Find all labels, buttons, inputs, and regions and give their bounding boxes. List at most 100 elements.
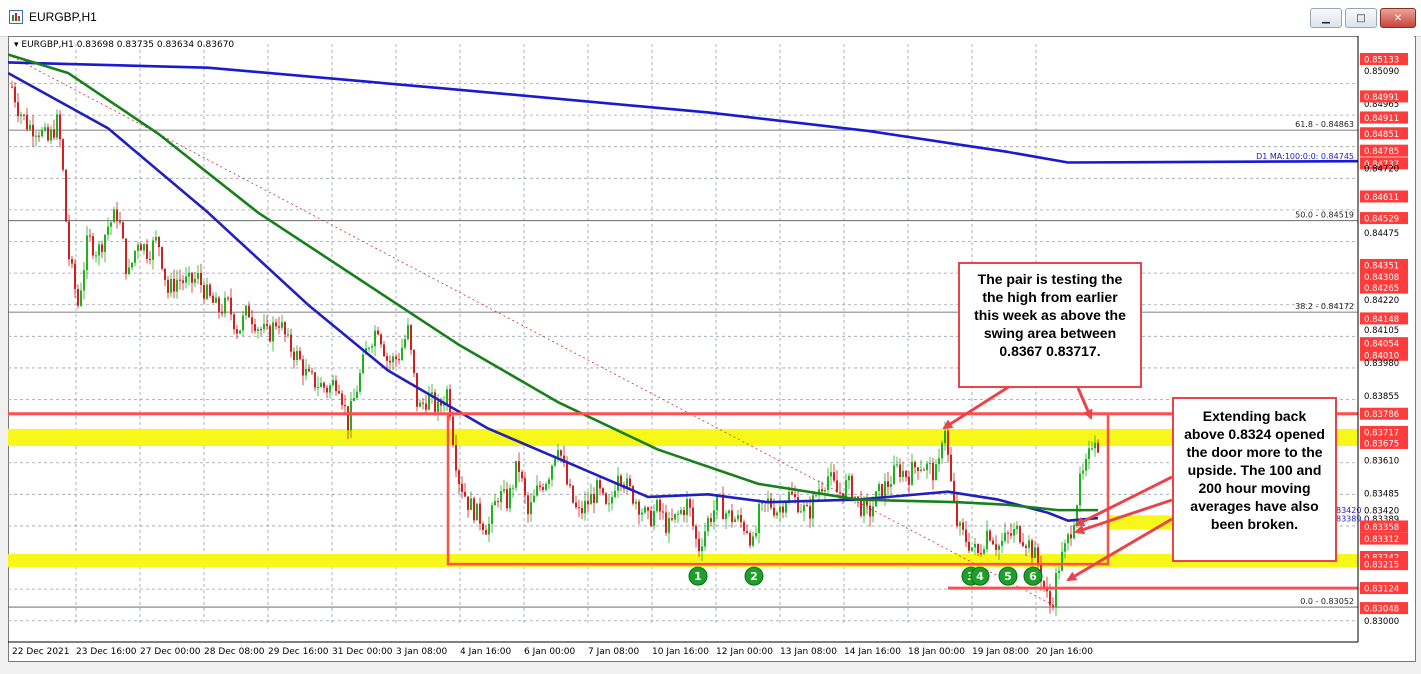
candle-body: [728, 510, 730, 514]
maximize-button[interactable]: □: [1345, 8, 1377, 28]
swing-marker-label: 4: [976, 570, 984, 583]
candle-body: [905, 470, 907, 478]
candle-body: [944, 430, 946, 444]
candle-body: [224, 297, 226, 314]
candle-body: [1064, 543, 1066, 552]
candle-body: [164, 268, 166, 280]
candle-body: [656, 499, 658, 512]
candle-body: [311, 371, 313, 373]
close-button[interactable]: ✕: [1380, 8, 1416, 28]
candle-body: [350, 400, 352, 431]
candle-body: [926, 463, 928, 471]
price-axis-label: 0.83215: [1364, 561, 1399, 571]
candle-body: [170, 279, 172, 293]
candle-body: [1058, 570, 1060, 574]
candle-body: [929, 463, 931, 465]
candle-body: [716, 494, 718, 511]
close-icon: ✕: [1393, 12, 1403, 24]
candle-body: [215, 297, 217, 303]
candle-body: [218, 297, 220, 312]
candle-body: [437, 401, 439, 412]
candle-body: [572, 485, 574, 503]
candle-body: [518, 461, 520, 472]
chart-grid: [8, 44, 1358, 626]
candle-body: [1067, 534, 1069, 544]
chart-window-icon: [9, 10, 23, 24]
candle-body: [29, 124, 31, 130]
candle-body: [431, 392, 433, 394]
candle-body: [434, 392, 436, 412]
candle-body: [1049, 591, 1051, 606]
price-axis-label: 0.84054: [1364, 340, 1399, 350]
candle-body: [47, 127, 49, 141]
candle-body: [14, 86, 16, 103]
candle-body: [1022, 542, 1024, 546]
candle-body: [785, 502, 787, 513]
candle-body: [968, 541, 970, 551]
candle-body: [644, 507, 646, 513]
candle-body: [653, 511, 655, 526]
candle-body: [386, 356, 388, 361]
candle-body: [1025, 545, 1027, 548]
swing-markers: 123456: [688, 566, 1043, 586]
candle-body: [722, 494, 724, 520]
candle-body: [308, 368, 310, 372]
candle-body: [923, 469, 925, 471]
candle-body: [341, 393, 343, 406]
price-axis-label: 0.84991: [1364, 93, 1399, 103]
candle-body: [590, 493, 592, 505]
candle-body: [377, 330, 379, 335]
candle-body: [506, 489, 508, 509]
price-axis-label: 0.85133: [1364, 56, 1399, 66]
candle-body: [227, 297, 229, 299]
candle-body: [473, 498, 475, 521]
swing-marker-label: 5: [1004, 570, 1012, 583]
candle-body: [869, 505, 871, 517]
candle-body: [488, 523, 490, 535]
candle-body: [647, 507, 649, 511]
minimize-button[interactable]: ▁: [1310, 8, 1342, 28]
candle-body: [317, 386, 319, 388]
candle-body: [128, 267, 130, 275]
price-axis-label: 0.84265: [1364, 284, 1399, 294]
candle-body: [1001, 540, 1003, 546]
candle-body: [554, 458, 556, 466]
ma-daily-line: [8, 61, 1359, 164]
candle-body: [989, 530, 991, 541]
candle-body: [620, 475, 622, 485]
candle-body: [527, 495, 529, 515]
candle-body: [971, 547, 973, 551]
candle-body: [335, 380, 337, 392]
trend-lines: [8, 54, 1059, 608]
price-chart[interactable]: 61.8 - 0.84863 50.0 - 0.84519 38.2 - 0.841…: [8, 36, 1414, 660]
candle-body: [326, 387, 328, 393]
candle-body: [395, 356, 397, 360]
fibonacci-levels: 61.8 - 0.84863 50.0 - 0.84519 38.2 - 0.841…: [8, 120, 1358, 608]
candle-body: [536, 485, 538, 496]
candle-body: [581, 507, 583, 514]
candle-body: [59, 114, 61, 140]
candle-body: [122, 222, 124, 239]
annotation-callout-2: Extending back above 0.8324 opened the d…: [1172, 397, 1337, 562]
candle-body: [839, 492, 841, 494]
candle-body: [986, 530, 988, 550]
candle-body: [668, 518, 670, 533]
candle-body: [467, 496, 469, 510]
candle-body: [980, 553, 982, 555]
candle-body: [713, 510, 715, 523]
candle-body: [539, 485, 541, 488]
candle-body: [179, 279, 181, 281]
candle-body: [896, 464, 898, 466]
candle-body: [545, 483, 547, 490]
candle-body: [410, 325, 412, 350]
candle-body: [17, 102, 19, 117]
price-axis-label: 0.85090: [1364, 67, 1399, 77]
candle-body: [131, 262, 133, 268]
candle-body: [173, 279, 175, 292]
annotation-callout-1: The pair is testing the the high from ea…: [958, 262, 1142, 388]
candle-body: [503, 489, 505, 492]
candle-body: [464, 491, 466, 497]
candle-body: [269, 325, 271, 342]
candle-body: [86, 235, 88, 271]
candle-body: [371, 346, 373, 348]
